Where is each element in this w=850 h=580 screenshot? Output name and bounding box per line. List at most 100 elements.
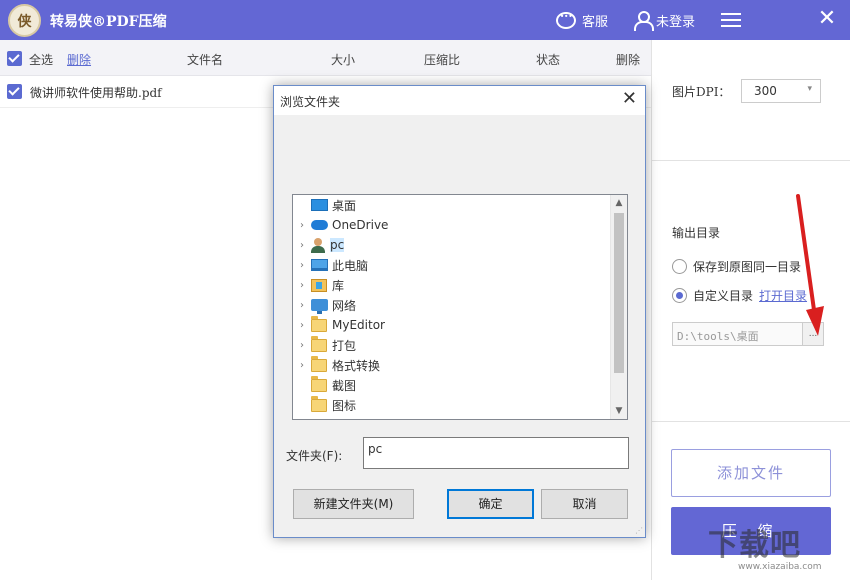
tree-item-onedrive[interactable]: › OneDrive xyxy=(293,215,611,235)
chevron-down-icon[interactable]: ▼ xyxy=(611,403,627,419)
customer-service-button[interactable]: 客服 xyxy=(556,9,608,31)
column-filename: 文件名 xyxy=(187,51,223,68)
select-all-checkbox[interactable] xyxy=(7,51,22,66)
folder-tree[interactable]: 桌面 › OneDrive › pc › 此电脑 › 库 › 网络 › xyxy=(292,194,628,420)
annotation-arrow xyxy=(790,192,830,342)
custom-dir-label: 自定义目录 xyxy=(693,287,753,304)
chevron-right-icon[interactable]: › xyxy=(293,220,311,231)
dpi-label: 图片DPI： xyxy=(672,83,730,100)
user-icon xyxy=(634,11,650,29)
tree-item-label: MyEditor xyxy=(332,318,385,332)
tree-scrollbar[interactable]: ▲ ▼ xyxy=(610,195,627,419)
chevron-down-icon: ▾ xyxy=(807,84,812,94)
watermark-title: 下载吧 xyxy=(708,520,801,564)
folder-icon xyxy=(311,339,327,352)
logo-glyph: 侠 xyxy=(18,11,32,31)
app-logo: 侠 xyxy=(8,4,41,37)
tree-item-format-convert[interactable]: › 格式转换 xyxy=(293,355,611,375)
column-delete: 删除 xyxy=(616,51,640,68)
tree-item-this-pc[interactable]: › 此电脑 xyxy=(293,255,611,275)
cloud-icon xyxy=(311,220,328,230)
tree-item-label: 桌面 xyxy=(332,197,356,214)
cancel-button[interactable]: 取消 xyxy=(541,489,628,519)
menu-icon[interactable] xyxy=(721,13,741,27)
watermark: 下载吧 www.xiazaiba.com xyxy=(708,520,848,578)
chevron-right-icon[interactable]: › xyxy=(293,260,311,271)
desktop-icon xyxy=(311,199,328,211)
user-icon xyxy=(311,238,325,253)
chevron-right-icon[interactable]: › xyxy=(293,280,311,291)
output-dir-label: 输出目录 xyxy=(672,224,720,241)
tree-item-network[interactable]: › 网络 xyxy=(293,295,611,315)
new-folder-button[interactable]: 新建文件夹(M) xyxy=(293,489,414,519)
title-bar: 侠 转易侠®PDF压缩 客服 未登录 ✕ xyxy=(0,0,850,40)
chevron-right-icon[interactable]: › xyxy=(293,300,311,311)
file-name: 微讲师软件使用帮助.pdf xyxy=(30,84,162,101)
chat-icon xyxy=(556,12,576,29)
column-size: 大小 xyxy=(331,51,355,68)
dpi-select[interactable]: 300 ▾ xyxy=(741,79,821,103)
tree-item-label: OneDrive xyxy=(332,218,388,232)
dialog-title-bar: 浏览文件夹 ✕ xyxy=(274,86,645,115)
tree-item-label: 格式转换 xyxy=(332,357,380,374)
folder-icon xyxy=(311,319,327,332)
computer-icon xyxy=(311,259,328,271)
folder-field-label: 文件夹(F): xyxy=(286,447,342,464)
delete-selected-link[interactable]: 删除 xyxy=(67,51,91,68)
tree-item-label: 打包 xyxy=(332,337,356,354)
browse-folder-dialog: 浏览文件夹 ✕ 桌面 › OneDrive › pc › 此电脑 › 库 xyxy=(273,85,646,538)
tree-item-label: 网络 xyxy=(332,297,356,314)
tree-item-screenshots[interactable]: 截图 xyxy=(293,375,611,395)
column-ratio: 压缩比 xyxy=(424,51,460,68)
panel-divider xyxy=(652,160,850,161)
add-file-button[interactable]: 添加文件 xyxy=(671,449,831,497)
save-same-dir-option[interactable]: 保存到原图同一目录 xyxy=(672,258,801,275)
tree-item-label: 此电脑 xyxy=(332,257,368,274)
customer-service-label: 客服 xyxy=(582,11,608,30)
chevron-right-icon[interactable]: › xyxy=(293,320,311,331)
ok-button[interactable]: 确定 xyxy=(447,489,534,519)
tree-item-desktop[interactable]: 桌面 xyxy=(293,195,611,215)
row-checkbox[interactable] xyxy=(7,84,22,99)
network-icon xyxy=(311,299,328,311)
scroll-thumb[interactable] xyxy=(614,213,624,373)
chevron-right-icon[interactable]: › xyxy=(293,360,311,371)
save-same-dir-label: 保存到原图同一目录 xyxy=(693,258,801,275)
dpi-value: 300 xyxy=(754,84,777,98)
save-same-dir-radio[interactable] xyxy=(672,259,687,274)
library-icon xyxy=(311,279,327,292)
select-all-label[interactable]: 全选 xyxy=(29,51,53,68)
folder-icon xyxy=(311,399,327,412)
tree-item-icons[interactable]: 图标 xyxy=(293,395,611,415)
dialog-title: 浏览文件夹 xyxy=(280,93,340,110)
custom-dir-option[interactable]: 自定义目录 打开目录 xyxy=(672,287,807,304)
file-table-header: 全选 删除 文件名 大小 压缩比 状态 删除 xyxy=(0,40,652,76)
app-title: 转易侠®PDF压缩 xyxy=(50,11,167,31)
close-icon[interactable]: ✕ xyxy=(817,8,837,30)
chevron-right-icon[interactable]: › xyxy=(293,340,311,351)
tree-item-library[interactable]: › 库 xyxy=(293,275,611,295)
folder-name-input[interactable]: pc xyxy=(363,437,629,469)
folder-icon xyxy=(311,359,327,372)
tree-item-label: 截图 xyxy=(332,377,356,394)
login-button[interactable]: 未登录 xyxy=(634,9,695,31)
tree-item-package[interactable]: › 打包 xyxy=(293,335,611,355)
arrow-shaft xyxy=(798,196,815,317)
custom-dir-radio[interactable] xyxy=(672,288,687,303)
folder-icon xyxy=(311,379,327,392)
dialog-close-icon[interactable]: ✕ xyxy=(622,89,637,109)
output-dir-input[interactable]: D:\tools\桌面 xyxy=(672,322,804,346)
watermark-url: www.xiazaiba.com xyxy=(738,562,822,572)
tree-item-label: 库 xyxy=(332,277,344,294)
arrow-head xyxy=(806,306,824,336)
tree-item-label: 图标 xyxy=(332,397,356,414)
resize-grip-icon[interactable]: ⋰ xyxy=(635,526,643,535)
tree-item-myeditor[interactable]: › MyEditor xyxy=(293,315,611,335)
tree-item-label: pc xyxy=(330,238,344,252)
column-status: 状态 xyxy=(536,51,560,68)
login-label: 未登录 xyxy=(656,11,695,30)
tree-item-pc[interactable]: › pc xyxy=(293,235,611,255)
chevron-right-icon[interactable]: › xyxy=(293,240,311,251)
chevron-up-icon[interactable]: ▲ xyxy=(611,195,627,211)
panel-divider xyxy=(652,421,850,422)
